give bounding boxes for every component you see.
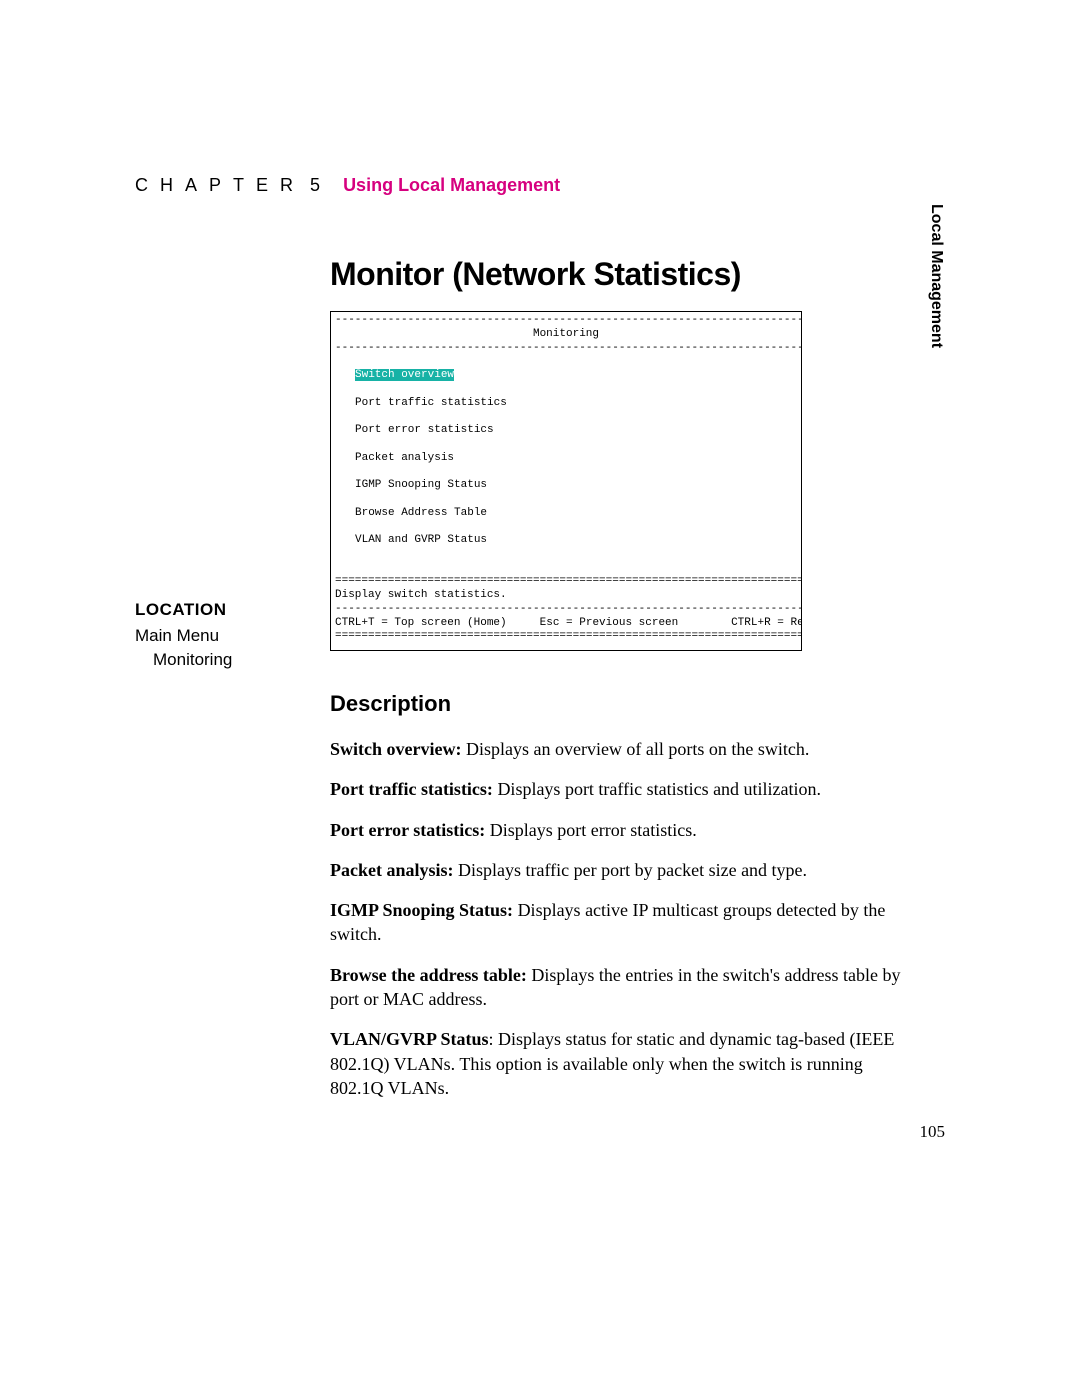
page-number: 105 [920,1122,946,1142]
terminal-menu-item-selected: Switch overview [335,369,797,383]
location-path-2: Monitoring [135,650,305,670]
terminal-selected-text: Switch overview [355,369,454,381]
desc-term: Port error statistics: [330,820,485,840]
terminal-menu-item: VLAN and GVRP Status [335,534,797,548]
desc-term: Packet analysis: [330,860,454,880]
side-tab: Local Management [917,200,945,395]
desc-term: Port traffic statistics: [330,779,493,799]
description-item: Packet analysis: Displays traffic per po… [330,858,910,882]
description-item: Port traffic statistics: Displays port t… [330,777,910,801]
description-item: VLAN/GVRP Status: Displays status for st… [330,1027,910,1100]
desc-text: Displays port traffic statistics and uti… [493,779,821,799]
location-block: LOCATION Main Menu Monitoring [135,600,305,670]
terminal-screenshot: ----------------------------------------… [330,311,802,651]
terminal-menu-item: Port traffic statistics [335,397,797,411]
page: CHAPTER 5 Using Local Management Local M… [0,0,1080,1397]
main-content: Monitor (Network Statistics) -----------… [330,256,910,1100]
description-item: Switch overview: Displays an overview of… [330,737,910,761]
description-item: Browse the address table: Displays the e… [330,963,910,1012]
terminal-help: Display switch statistics. [335,589,797,603]
desc-term: Browse the address table: [330,965,527,985]
desc-text: Displays an overview of all ports on the… [461,739,809,759]
desc-term: VLAN/GVRP Status [330,1029,489,1049]
running-header: CHAPTER 5 Using Local Management [135,175,945,196]
side-tab-label: Local Management [927,200,945,395]
desc-text: Displays port error statistics. [485,820,696,840]
terminal-rule: ----------------------------------------… [335,342,797,356]
section-name: Using Local Management [343,175,560,195]
chapter-number: 5 [310,175,320,195]
terminal-menu-item: Packet analysis [335,452,797,466]
terminal-rule: ========================================… [335,630,797,644]
terminal-menu-item: Browse Address Table [335,507,797,521]
terminal-rule: ----------------------------------------… [335,314,797,328]
terminal-footer: CTRL+T = Top screen (Home) Esc = Previou… [335,617,797,631]
page-title: Monitor (Network Statistics) [330,256,910,293]
desc-text: Displays traffic per port by packet size… [454,860,808,880]
desc-term: Switch overview: [330,739,461,759]
terminal-rule: ----------------------------------------… [335,603,797,617]
terminal-menu-item: IGMP Snooping Status [335,479,797,493]
terminal-menu-item: Port error statistics [335,424,797,438]
description-heading: Description [330,691,910,717]
location-heading: LOCATION [135,600,305,620]
chapter-word: CHAPTER [135,175,305,195]
terminal-title: Monitoring [335,328,797,342]
description-item: IGMP Snooping Status: Displays active IP… [330,898,910,947]
location-path-1: Main Menu [135,626,305,646]
description-block: Switch overview: Displays an overview of… [330,737,910,1100]
description-item: Port error statistics: Displays port err… [330,818,910,842]
desc-term: IGMP Snooping Status: [330,900,513,920]
terminal-rule: ========================================… [335,575,797,589]
